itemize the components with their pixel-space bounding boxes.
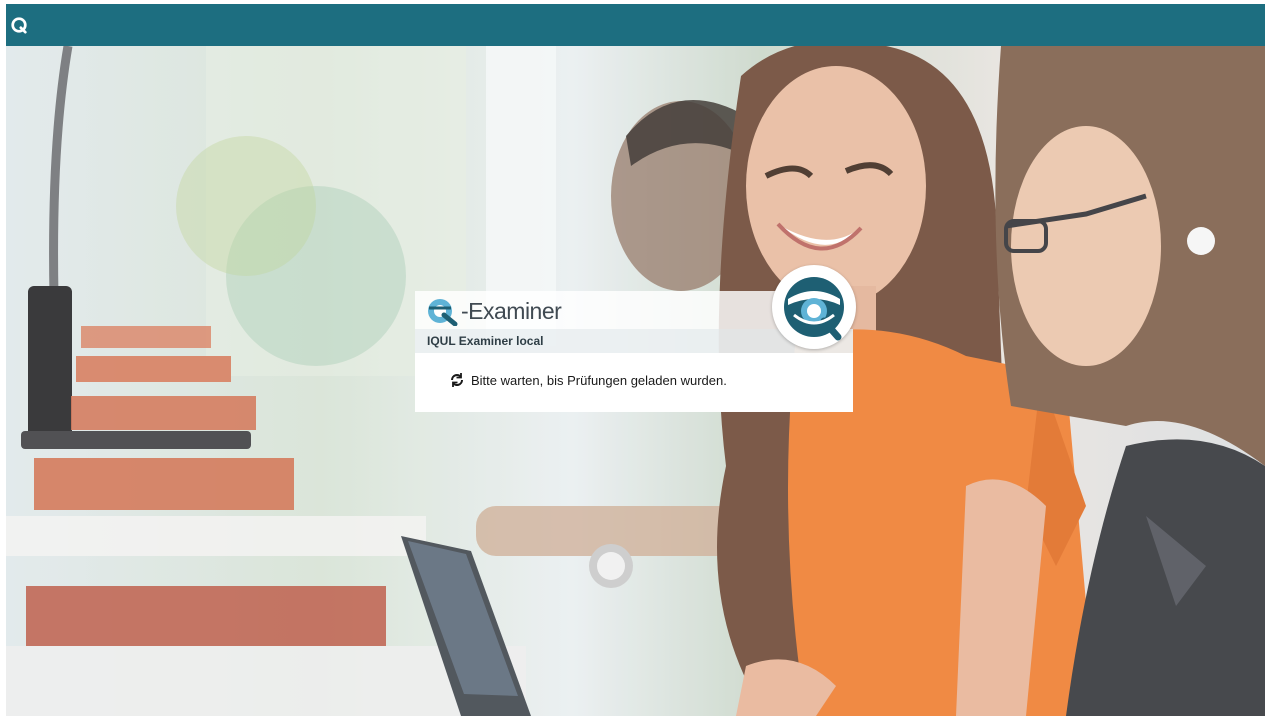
instance-name: IQUL Examiner local [427,334,544,348]
loading-dialog: -Examiner IQUL Examiner local Bitte wart… [415,265,856,412]
brand-name: -Examiner [461,298,562,324]
dialog-body: Bitte warten, bis Prüfungen geladen wurd… [415,353,853,412]
refresh-icon [451,373,463,387]
dialog-header: -Examiner [415,291,795,329]
iqul-q-logo-icon [428,299,458,326]
iqul-badge [772,265,856,349]
app-window: -Examiner IQUL Examiner local Bitte wart… [6,4,1265,716]
top-bar [6,4,1265,46]
iqul-logo-icon[interactable] [10,16,28,34]
loading-status-message: Bitte warten, bis Prüfungen geladen wurd… [471,373,727,388]
iqul-q-badge-icon [784,277,844,341]
